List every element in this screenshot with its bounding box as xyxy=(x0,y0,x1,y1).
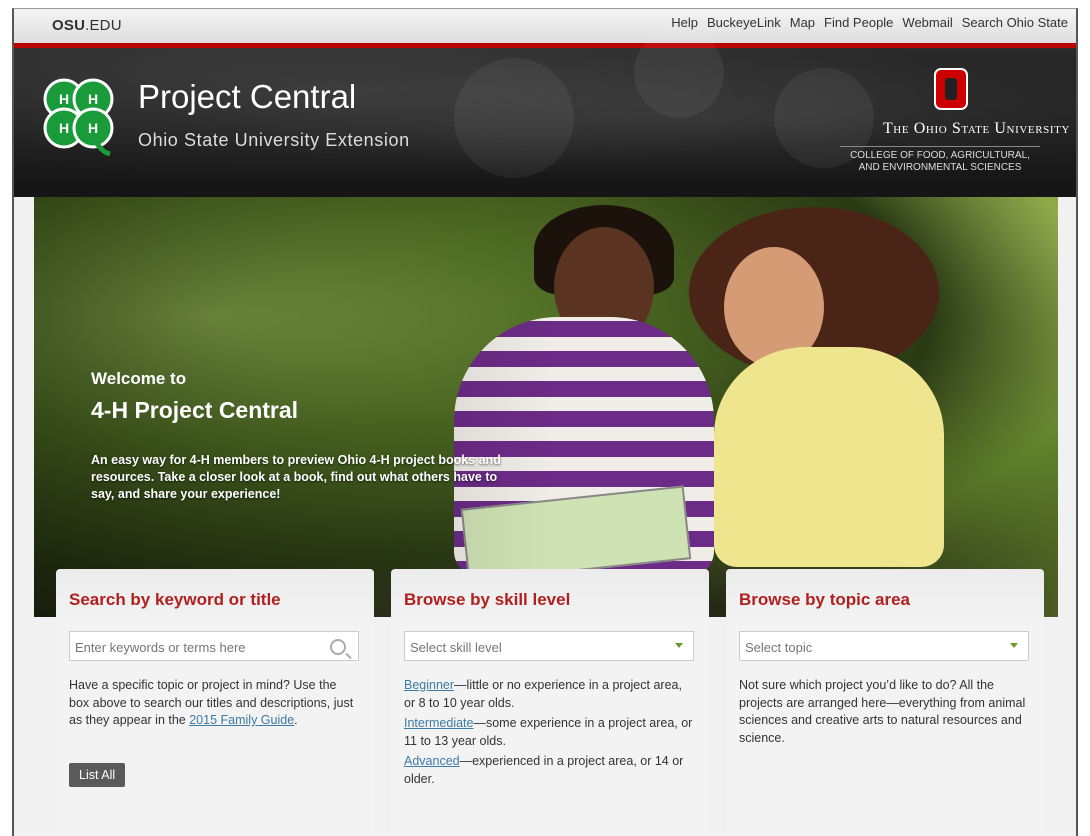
skill-level-card: Browse by skill level Select skill level… xyxy=(391,569,709,836)
osu-edu-link[interactable]: OSU.EDU xyxy=(52,17,122,34)
search-card: Search by keyword or title Have a specif… xyxy=(56,569,374,836)
topic-card-heading: Browse by topic area xyxy=(739,590,911,609)
clover-letter: H xyxy=(88,91,98,107)
4h-clover-logo-icon[interactable]: H H H H xyxy=(36,72,120,156)
skill-level-item: Advanced—experienced in a project area, … xyxy=(404,754,684,786)
hero-welcome: Welcome to xyxy=(91,369,187,388)
webmail-link[interactable]: Webmail xyxy=(902,15,952,30)
search-field[interactable] xyxy=(69,631,359,661)
find-people-link[interactable]: Find People xyxy=(824,15,893,30)
hero-description: An easy way for 4-H members to preview O… xyxy=(91,453,501,501)
search-card-description: Have a specific topic or project in mind… xyxy=(69,678,354,727)
clover-letter: H xyxy=(59,120,69,136)
skill-level-list: Beginner—little or no experience in a pr… xyxy=(404,677,694,791)
list-all-button[interactable]: List All xyxy=(69,763,126,787)
clover-letter: H xyxy=(88,120,98,136)
hero-title: 4-H Project Central xyxy=(91,397,299,423)
topic-card-description: Not sure which project you’d like to do?… xyxy=(739,678,1026,745)
search-icon[interactable] xyxy=(330,639,346,655)
chevron-down-icon[interactable] xyxy=(675,643,683,648)
skill-level-select[interactable]: Select skill level xyxy=(404,631,694,661)
skill-level-item: Intermediate—some experience in a projec… xyxy=(404,716,693,748)
family-guide-link[interactable]: 2015 Family Guide xyxy=(189,713,294,727)
browser-frame: OSU.EDU Help BuckeyeLink Map Find People… xyxy=(12,8,1078,836)
topic-select[interactable]: Select topic xyxy=(739,631,1029,661)
map-link[interactable]: Map xyxy=(790,15,815,30)
site-header: H H H H Project Central Ohio State Unive… xyxy=(14,28,1076,197)
osu-nav-links: Help BuckeyeLink Map Find People Webmail… xyxy=(671,15,1068,30)
university-name[interactable]: The Ohio State University xyxy=(883,120,1070,138)
college-name: COLLEGE OF FOOD, AGRICULTURAL, AND ENVIR… xyxy=(840,146,1040,174)
advanced-link[interactable]: Advanced xyxy=(404,754,460,768)
search-ohio-state-link[interactable]: Search Ohio State xyxy=(962,15,1068,30)
topic-area-card: Browse by topic area Select topic Not su… xyxy=(726,569,1044,836)
search-input[interactable] xyxy=(75,640,315,655)
intermediate-link[interactable]: Intermediate xyxy=(404,716,473,730)
buckeyelink-link[interactable]: BuckeyeLink xyxy=(707,15,781,30)
clover-letter: H xyxy=(59,91,69,107)
beginner-link[interactable]: Beginner xyxy=(404,678,454,692)
skill-card-heading: Browse by skill level xyxy=(404,590,571,609)
chevron-down-icon[interactable] xyxy=(1010,643,1018,648)
block-o-logo-icon[interactable] xyxy=(934,68,968,110)
search-card-heading: Search by keyword or title xyxy=(69,590,281,609)
skill-level-item: Beginner—little or no experience in a pr… xyxy=(404,678,682,710)
site-subtitle: Ohio State University Extension xyxy=(138,130,410,150)
hero-banner: Welcome to 4-H Project Central An easy w… xyxy=(34,197,1058,617)
site-title[interactable]: Project Central xyxy=(138,78,356,116)
osu-top-bar: OSU.EDU Help BuckeyeLink Map Find People… xyxy=(14,9,1076,48)
